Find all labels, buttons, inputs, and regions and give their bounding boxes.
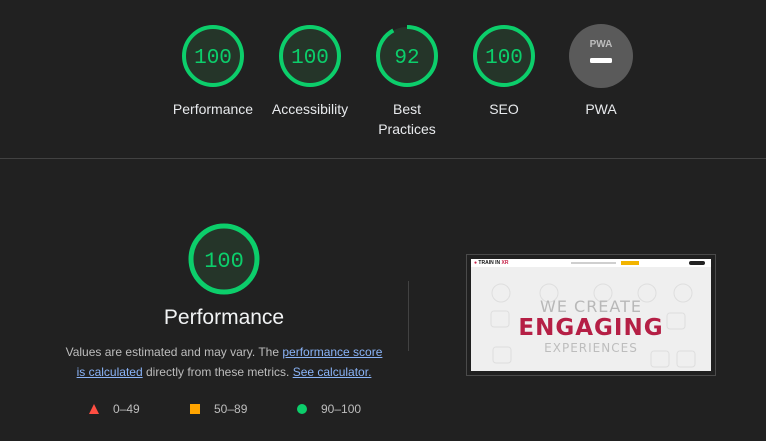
gauge-score: 92 xyxy=(394,47,419,70)
screenshot-nav: ● TRAIN IN XR xyxy=(471,259,711,267)
gauge-seo[interactable]: 100 SEO xyxy=(459,24,549,119)
pwa-logo-text: PWA xyxy=(590,39,613,50)
gauge-performance[interactable]: 100 Performance xyxy=(168,24,258,119)
category-scores-bar: 100 Performance 100 Accessibility 92 Bes… xyxy=(0,0,766,159)
vertical-divider xyxy=(408,281,409,351)
gauge-label: Best Practices xyxy=(378,101,436,137)
gauge-ring: 92 xyxy=(376,25,438,87)
gauge-label: Performance xyxy=(172,101,254,117)
gauge-label: SEO xyxy=(489,101,519,117)
performance-title: Performance xyxy=(163,306,285,329)
performance-main-gauge: 100 xyxy=(187,222,261,296)
pwa-badge-icon: PWA xyxy=(569,24,633,88)
score-scale-legend: 0–49 50–89 90–100 xyxy=(0,400,766,418)
screenshot-headline-2: ENGAGING xyxy=(518,315,664,341)
legend-range: 50–89 xyxy=(214,402,248,416)
see-calculator-link[interactable]: See calculator. xyxy=(293,365,372,379)
screenshot-image: ● TRAIN IN XR WE CREATE ENGAGING EXPERIE… xyxy=(471,259,711,371)
gauge-ring: 100 xyxy=(188,223,260,295)
circle-icon xyxy=(297,404,307,414)
gauge-best-practices[interactable]: 92 Best Practices xyxy=(362,24,452,139)
legend-range: 90–100 xyxy=(321,402,362,416)
screenshot-headline-1: WE CREATE xyxy=(540,297,642,316)
gauge-score: 100 xyxy=(194,47,232,70)
dash-icon xyxy=(590,58,612,63)
gauge-ring: 100 xyxy=(182,25,244,87)
final-screenshot[interactable]: ● TRAIN IN XR WE CREATE ENGAGING EXPERIE… xyxy=(466,254,716,376)
gauge-score: 100 xyxy=(485,47,523,70)
gauge-ring: 100 xyxy=(473,25,535,87)
performance-score-link[interactable]: performance score xyxy=(282,345,382,359)
screenshot-logo: ● TRAIN IN XR xyxy=(474,260,509,266)
gauge-label: PWA xyxy=(585,101,617,117)
desc-text: directly from these metrics. xyxy=(142,365,293,379)
triangle-icon xyxy=(89,404,99,414)
square-icon xyxy=(190,404,200,414)
gauge-pwa[interactable]: PWA PWA xyxy=(556,24,646,119)
gauge-ring: 100 xyxy=(279,25,341,87)
performance-score-link[interactable]: is calculated xyxy=(77,365,143,379)
gauge-label: Accessibility xyxy=(271,101,349,117)
gauge-score: 100 xyxy=(291,47,329,70)
gauge-score: 100 xyxy=(204,249,244,274)
desc-text: Values are estimated and may vary. The xyxy=(65,345,283,359)
performance-description: Values are estimated and may vary. The p… xyxy=(56,342,392,382)
gauge-accessibility[interactable]: 100 Accessibility xyxy=(265,24,355,119)
legend-range: 0–49 xyxy=(113,402,140,416)
screenshot-headline-3: EXPERIENCES xyxy=(544,341,638,355)
